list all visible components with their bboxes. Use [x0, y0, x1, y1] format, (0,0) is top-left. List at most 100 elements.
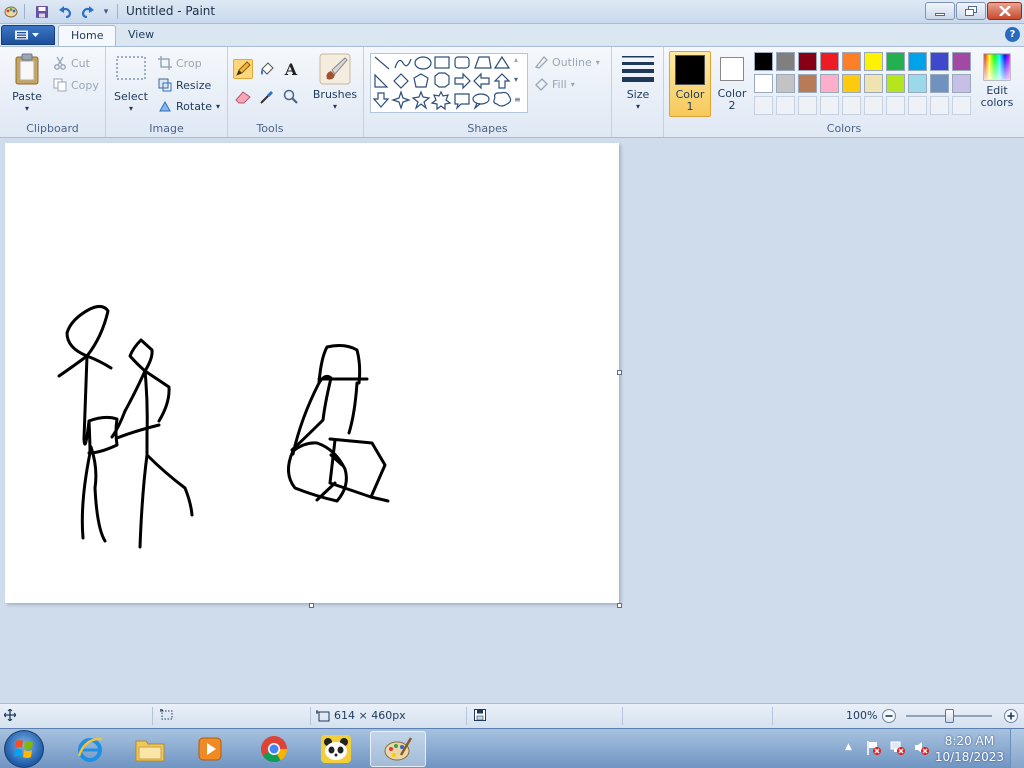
palette-swatch[interactable] — [886, 52, 905, 71]
colors-group: Color 1 Color 2 Edit colors Colors — [664, 47, 1024, 137]
palette-swatch[interactable] — [930, 52, 949, 71]
shapes-gallery[interactable] — [370, 53, 528, 113]
paste-dropdown-icon[interactable]: ▾ — [25, 103, 29, 115]
palette-swatch[interactable] — [754, 52, 773, 71]
custom-color-slot[interactable] — [886, 96, 905, 115]
show-hidden-icons[interactable]: ▲ — [845, 742, 852, 752]
resize-handle-right[interactable] — [617, 370, 622, 375]
rotate-button[interactable]: Rotate ▾ — [158, 97, 220, 115]
color2-button[interactable]: Color 2 — [713, 51, 751, 117]
paint-menu-button[interactable] — [1, 25, 55, 45]
undo-icon[interactable] — [56, 3, 74, 20]
size-button[interactable]: Size ▾ — [618, 53, 658, 113]
eraser-tool[interactable] — [233, 87, 253, 107]
select-rectangle-icon — [116, 56, 146, 80]
show-desktop-button[interactable] — [1010, 729, 1024, 768]
action-center-tray-icon[interactable] — [866, 740, 882, 759]
shapes-scroll-down-icon[interactable]: ▾ — [514, 75, 518, 84]
redo-icon[interactable] — [78, 3, 96, 20]
palette-swatch[interactable] — [952, 52, 971, 71]
tools-group-label: Tools — [256, 122, 284, 135]
cut-button[interactable]: Cut — [53, 54, 90, 72]
custom-color-slot[interactable] — [952, 96, 971, 115]
taskbar-media-player[interactable] — [182, 731, 238, 767]
palette-swatch[interactable] — [820, 74, 839, 93]
select-button[interactable]: Select ▾ — [112, 55, 150, 115]
custom-color-slot[interactable] — [776, 96, 795, 115]
fill-button[interactable]: Fill ▾ — [534, 75, 575, 93]
magnifier-tool[interactable] — [281, 87, 301, 107]
colors-group-label: Colors — [826, 122, 862, 135]
palette-swatch[interactable] — [908, 52, 927, 71]
drawing-canvas[interactable] — [5, 143, 619, 603]
text-tool[interactable]: A — [281, 59, 301, 79]
custom-color-slot[interactable] — [930, 96, 949, 115]
tab-home[interactable]: Home — [58, 25, 117, 46]
save-icon[interactable] — [33, 3, 51, 20]
taskbar-internet-explorer[interactable] — [62, 731, 118, 767]
volume-tray-icon[interactable] — [914, 740, 930, 759]
resize-button[interactable]: Resize — [158, 76, 211, 94]
rotate-dropdown-icon[interactable]: ▾ — [216, 102, 220, 111]
palette-swatch[interactable] — [864, 74, 883, 93]
custom-color-slot[interactable] — [754, 96, 773, 115]
palette-swatch[interactable] — [798, 52, 817, 71]
custom-color-slot[interactable] — [798, 96, 817, 115]
color2-number: 2 — [728, 99, 736, 112]
custom-color-slot[interactable] — [842, 96, 861, 115]
palette-swatch[interactable] — [798, 74, 817, 93]
fill-icon — [261, 62, 274, 75]
palette-swatch[interactable] — [842, 52, 861, 71]
palette-swatch[interactable] — [820, 52, 839, 71]
zoom-in-button[interactable] — [1003, 708, 1019, 724]
color1-button[interactable]: Color 1 — [669, 51, 711, 117]
zoom-slider-thumb[interactable] — [945, 709, 954, 723]
edit-colors-button[interactable]: Edit colors — [976, 53, 1018, 109]
brushes-button[interactable]: Brushes ▾ — [312, 53, 358, 113]
custom-color-slot[interactable] — [864, 96, 883, 115]
start-button[interactable] — [4, 730, 44, 768]
minimize-button[interactable] — [925, 2, 955, 20]
custom-color-slot[interactable] — [820, 96, 839, 115]
palette-swatch[interactable] — [864, 52, 883, 71]
copy-button[interactable]: Copy — [53, 76, 99, 94]
palette-swatch[interactable] — [776, 74, 795, 93]
resize-handle-corner[interactable] — [617, 603, 622, 608]
palette-swatch[interactable] — [776, 52, 795, 71]
shapes-scroll-up-icon[interactable]: ▴ — [514, 55, 518, 64]
customize-quick-access-icon[interactable]: ▾ — [97, 3, 115, 20]
flag-warning-icon — [867, 741, 881, 755]
pencil-tool[interactable] — [233, 59, 253, 79]
help-icon[interactable]: ? — [1005, 27, 1020, 42]
tab-view[interactable]: View — [116, 25, 166, 46]
fill-tool[interactable] — [257, 59, 277, 79]
taskbar-file-explorer[interactable] — [122, 731, 178, 767]
network-tray-icon[interactable] — [890, 740, 906, 759]
outline-button[interactable]: Outline ▾ — [534, 53, 600, 71]
close-button[interactable] — [987, 2, 1022, 20]
resize-handle-bottom[interactable] — [309, 603, 314, 608]
select-dropdown-icon[interactable]: ▾ — [129, 103, 133, 115]
clock-date: 10/18/2023 — [934, 750, 1004, 764]
palette-swatch[interactable] — [842, 74, 861, 93]
palette-swatch[interactable] — [754, 74, 773, 93]
brushes-label: Brushes — [312, 88, 358, 101]
taskbar-paint[interactable] — [370, 731, 426, 767]
custom-color-slot[interactable] — [908, 96, 927, 115]
palette-swatch[interactable] — [952, 74, 971, 93]
palette-swatch[interactable] — [908, 74, 927, 93]
zoom-out-button[interactable] — [881, 708, 897, 724]
color-picker-tool[interactable] — [257, 87, 277, 107]
system-clock[interactable]: 8:20 AM 10/18/2023 — [935, 733, 1004, 765]
shapes-expand-icon[interactable]: ≡ — [514, 95, 521, 104]
paste-button[interactable]: Paste ▾ — [8, 53, 46, 115]
palette-swatch[interactable] — [930, 74, 949, 93]
palette-swatch[interactable] — [886, 74, 905, 93]
restore-button[interactable] — [956, 2, 986, 20]
size-dropdown-icon[interactable]: ▾ — [636, 101, 640, 113]
taskbar-panda-app[interactable] — [308, 731, 364, 767]
crop-button[interactable]: Crop — [158, 54, 202, 72]
brushes-dropdown-icon[interactable]: ▾ — [333, 101, 337, 113]
taskbar-chrome[interactable] — [246, 731, 302, 767]
paint-app-icon[interactable] — [2, 3, 20, 20]
